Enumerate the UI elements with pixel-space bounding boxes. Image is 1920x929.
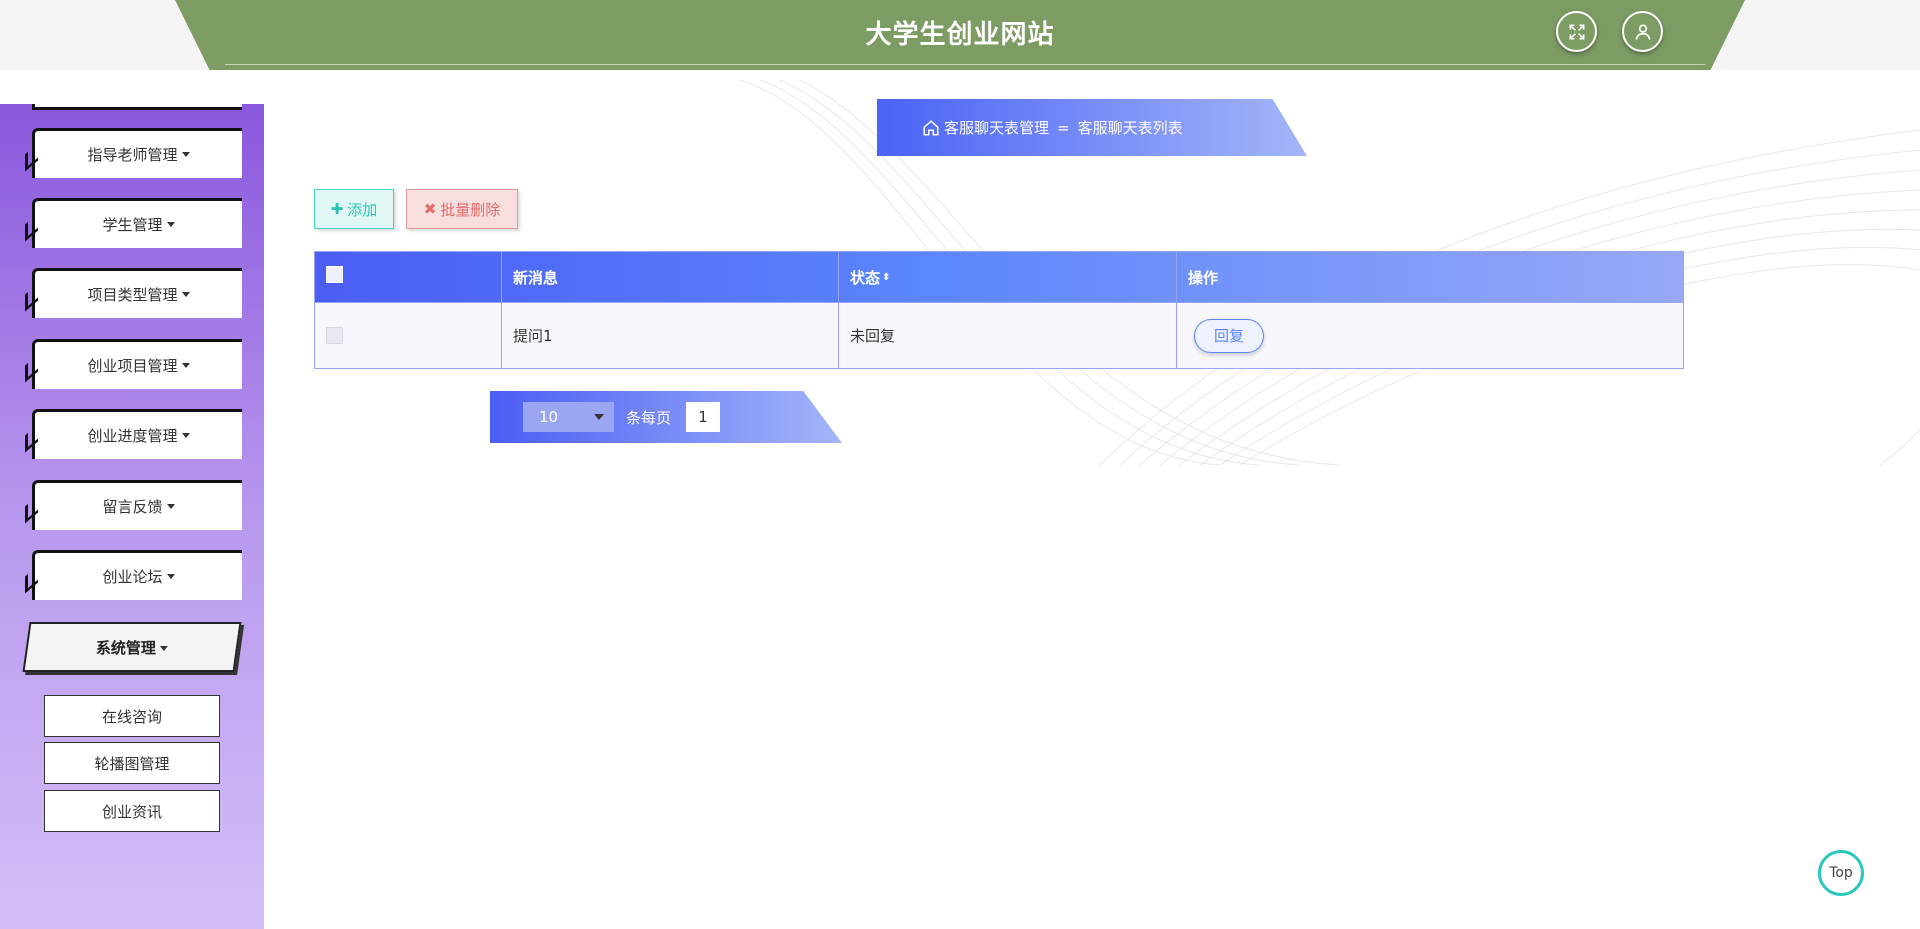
caret-down-icon	[166, 574, 175, 579]
fullscreen-icon	[1569, 24, 1584, 39]
breadcrumb-current: 客服聊天表列表	[1077, 119, 1183, 137]
sidebar-item-label: 系统管理	[95, 638, 156, 657]
sidebar-item-label: 指导老师管理	[87, 146, 178, 164]
cell-message: 提问1	[502, 303, 839, 368]
table-header: 新消息 状态 ⬍ 操作	[315, 252, 1683, 302]
column-header-message: 新消息	[502, 252, 839, 302]
chevron-down-icon	[594, 414, 604, 420]
data-table: 新消息 状态 ⬍ 操作 提问1 未回复 回复	[314, 251, 1684, 369]
caret-down-icon	[166, 222, 175, 227]
batch-delete-label: 批量删除	[440, 200, 501, 219]
sidebar-item-forum[interactable]: 创业论坛	[32, 550, 242, 600]
page-size-value: 10	[539, 408, 559, 426]
sidebar-item-label: 项目类型管理	[87, 286, 178, 304]
user-icon	[1635, 24, 1650, 40]
caret-down-icon	[181, 292, 190, 297]
sidebar-item-label: 创业论坛	[102, 568, 163, 586]
sidebar-item-label: 学生管理	[102, 216, 163, 234]
table-row: 提问1 未回复 回复	[315, 302, 1683, 368]
batch-delete-button[interactable]: ✖ 批量删除	[406, 189, 518, 229]
fullscreen-button[interactable]	[1556, 11, 1597, 52]
caret-down-icon	[181, 363, 190, 368]
row-checkbox[interactable]	[326, 327, 343, 344]
sidebar: 指导老师管理 学生管理 项目类型管理 创业项目管理 创业进度管理 留言反馈 创业…	[0, 104, 264, 929]
per-page-label: 条每页	[626, 408, 672, 427]
sidebar-item-project-type[interactable]: 项目类型管理	[32, 268, 242, 318]
sidebar-item-label: 创业项目管理	[87, 357, 178, 375]
sidebar-item-system[interactable]: 系统管理	[22, 622, 242, 672]
breadcrumb: 客服聊天表管理 = 客服聊天表列表	[877, 99, 1307, 156]
caret-down-icon	[181, 152, 190, 157]
plus-icon: ✚	[330, 200, 344, 218]
sidebar-item-partial	[32, 104, 242, 110]
select-all-checkbox[interactable]	[326, 265, 343, 283]
breadcrumb-parent[interactable]: 客服聊天表管理	[944, 117, 1049, 138]
add-button[interactable]: ✚ 添加	[314, 189, 394, 229]
caret-down-icon	[166, 504, 175, 509]
sidebar-item-student[interactable]: 学生管理	[32, 198, 242, 248]
sidebar-item-project[interactable]: 创业项目管理	[32, 339, 242, 389]
column-header-status[interactable]: 状态 ⬍	[839, 252, 1177, 302]
sidebar-item-label: 留言反馈	[102, 498, 163, 516]
column-header-status-label: 状态	[850, 268, 881, 287]
page-number-button[interactable]: 1	[686, 402, 721, 432]
sort-icon[interactable]: ⬍	[882, 272, 890, 283]
sidebar-item-progress[interactable]: 创业进度管理	[32, 409, 242, 459]
breadcrumb-separator: =	[1057, 118, 1070, 137]
back-to-top-button[interactable]: Top	[1818, 850, 1864, 896]
add-button-label: 添加	[347, 200, 378, 219]
sidebar-item-label: 创业进度管理	[87, 427, 178, 445]
sidebar-item-teacher[interactable]: 指导老师管理	[32, 128, 242, 178]
sidebar-item-feedback[interactable]: 留言反馈	[32, 480, 242, 530]
submenu-online-consult[interactable]: 在线咨询	[44, 695, 220, 737]
top-bar: 大学生创业网站	[0, 0, 1920, 70]
caret-down-icon	[160, 645, 168, 651]
home-icon[interactable]	[922, 119, 940, 137]
submenu-carousel[interactable]: 轮播图管理	[44, 742, 220, 784]
reply-button[interactable]: 回复	[1194, 318, 1264, 353]
x-icon: ✖	[423, 200, 437, 218]
page-size-select[interactable]: 10	[523, 402, 614, 432]
cell-status: 未回复	[839, 303, 1177, 368]
user-button[interactable]	[1622, 11, 1663, 52]
caret-down-icon	[181, 433, 190, 438]
header-divider	[225, 64, 1705, 65]
submenu-news[interactable]: 创业资讯	[44, 790, 220, 832]
pagination: 10 条每页 1	[490, 391, 842, 443]
column-header-action: 操作	[1188, 268, 1219, 287]
